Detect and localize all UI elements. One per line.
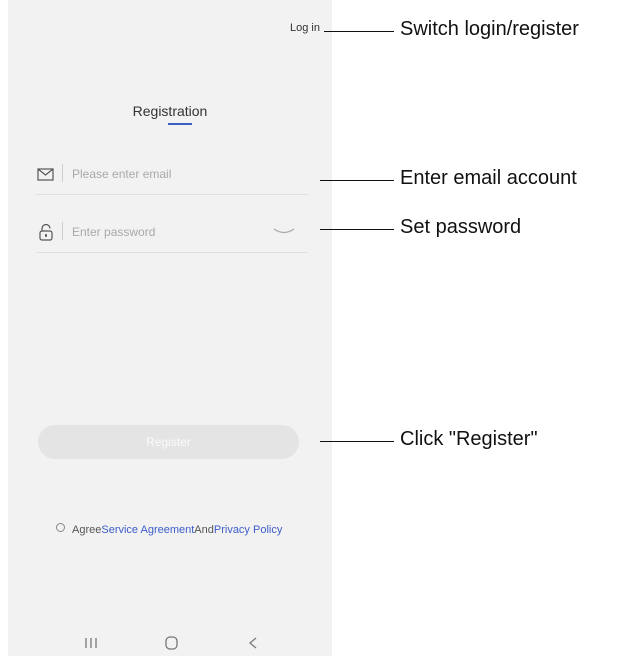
- annotation-register: Click "Register": [400, 428, 538, 450]
- password-separator: [62, 222, 63, 240]
- annotation-line-register: [320, 441, 394, 442]
- phone-screen: Log in Registration Register AgreeServic…: [8, 0, 332, 656]
- password-input[interactable]: [70, 220, 274, 244]
- annotation-line-password: [320, 229, 394, 230]
- privacy-policy-link[interactable]: Privacy Policy: [214, 524, 282, 536]
- lock-icon: [39, 223, 53, 241]
- service-agreement-link[interactable]: Service Agreement: [101, 524, 194, 536]
- page-title: Registration: [8, 103, 332, 125]
- annotation-line-switch: [324, 31, 394, 32]
- agreement-row: AgreeService AgreementAndPrivacy Policy: [56, 523, 282, 536]
- home-icon[interactable]: [156, 633, 186, 653]
- recents-icon[interactable]: [76, 633, 106, 653]
- annotation-line-email: [320, 180, 394, 181]
- login-switch-link[interactable]: Log in: [290, 22, 320, 34]
- password-field: [36, 212, 308, 253]
- agree-prefix: Agree: [72, 524, 102, 536]
- email-input[interactable]: [70, 162, 274, 186]
- annotation-password: Set password: [400, 216, 522, 238]
- email-separator: [62, 164, 63, 182]
- eye-closed-icon[interactable]: [272, 224, 296, 238]
- annotation-switch: Switch login/register: [400, 18, 579, 40]
- agree-conjunction: And: [194, 524, 214, 536]
- mail-icon: [37, 168, 54, 181]
- register-button[interactable]: Register: [38, 425, 299, 459]
- back-icon[interactable]: [238, 633, 268, 653]
- title-underline: [168, 123, 192, 125]
- agree-radio[interactable]: [56, 523, 65, 532]
- annotation-email: Enter email account: [400, 167, 577, 189]
- email-field: [36, 154, 308, 195]
- page-title-text: Registration: [132, 103, 208, 119]
